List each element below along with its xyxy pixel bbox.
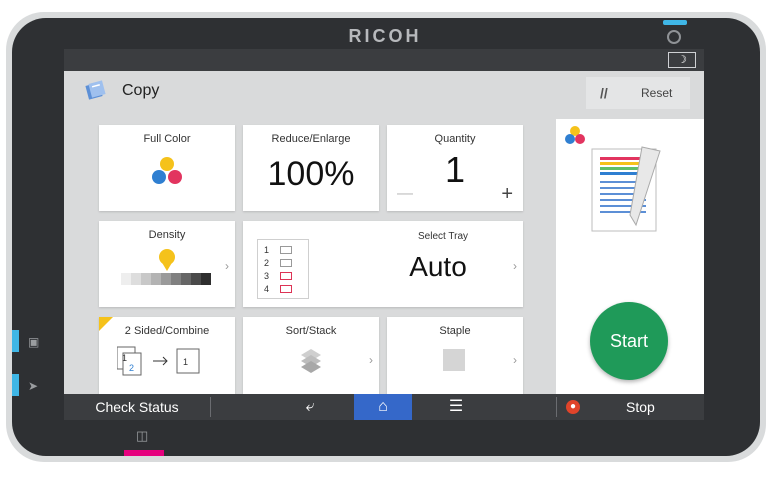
tray-value: Auto [409,251,467,282]
staple-tile[interactable]: Staple › [387,317,523,394]
density-scale-icon [121,249,211,285]
nav-separator [210,397,211,417]
status-bar: ☽ [64,49,704,71]
document-preview-icon [591,146,661,232]
check-status-button[interactable]: Check Status [64,394,210,420]
tray-2-label: 2 [264,258,270,268]
status-led [663,20,687,25]
start-button[interactable]: Start [590,302,668,380]
reset-icon: // [600,85,608,101]
quantity-tile: Quantity 1 — + [387,125,523,211]
stop-label: Stop [626,399,655,415]
quantity-plus-button[interactable]: + [501,183,513,206]
density-tile[interactable]: Density › [99,221,235,307]
left-led-bottom [12,374,19,396]
copy-app: Copy // Reset Full Color Reduce/Enlarge … [64,71,704,394]
tray-slot-3 [280,272,292,280]
two-sided-label: 2 Sided/Combine [124,325,210,337]
home-icon[interactable]: ⌂ [354,394,412,420]
paper-trays-icon: 1 2 3 4 [257,239,309,299]
reduce-enlarge-tile[interactable]: Reduce/Enlarge 100% [243,125,379,211]
reset-label: Reset [641,86,673,100]
bottom-nav: Check Status ⤶ ⌂ ☰ ● Stop [64,394,704,420]
density-label: Density [148,229,186,241]
svg-text:2: 2 [129,363,134,373]
chevron-right-icon: › [513,259,517,273]
side-panel: Start [556,119,704,394]
power-icon[interactable] [667,30,681,44]
sort-stack-label: Sort/Stack [285,325,337,337]
menu-icon[interactable]: ☰ [436,394,476,420]
staple-icon [443,349,465,371]
eject-icon[interactable]: ◫ [136,428,150,443]
chevron-right-icon: › [513,353,517,367]
reset-button[interactable]: // Reset [586,77,690,109]
moon-icon[interactable]: ☽ [668,52,696,68]
sort-stack-icon [301,349,321,373]
left-led-top [12,330,19,352]
stop-icon: ● [566,400,580,414]
back-icon[interactable]: ⤶ [290,394,330,420]
staple-label: Staple [439,325,471,337]
screen: ☽ Copy // Reset Full Color Reduce/Enlarg… [64,49,704,420]
select-tray-tile[interactable]: Select Tray Auto 1 2 3 4 › [243,221,523,307]
tray-slot-1 [280,246,292,254]
zoom-value: 100% [267,155,355,193]
app-header: Copy // Reset [64,71,704,113]
quantity-label: Quantity [434,133,476,145]
reduce-enlarge-label: Reduce/Enlarge [271,133,351,145]
svg-text:1: 1 [122,353,127,363]
data-in-led [124,450,164,456]
color-dots-icon [152,157,182,184]
login-icon[interactable]: ➤ [28,379,42,393]
tray-3-label: 3 [264,271,270,281]
tray-slot-2 [280,259,292,267]
color-mode-icon [565,126,585,144]
copy-app-icon [85,80,106,100]
full-color-label: Full Color [143,133,191,145]
chevron-right-icon: › [369,353,373,367]
two-sided-combine-tile[interactable]: 2 Sided/Combine 1 2 1 [99,317,235,394]
lock-icon[interactable]: ▣ [28,335,42,349]
duplex-icon: 1 2 1 [117,346,200,376]
full-color-tile[interactable]: Full Color [99,125,235,211]
brand-logo: RICOH [348,26,422,46]
page-title: Copy [122,82,160,99]
svg-text:1: 1 [183,357,188,367]
stop-button[interactable]: ● Stop [556,394,704,420]
tray-4-label: 4 [264,284,270,294]
tray-slot-4 [280,285,292,293]
tray-1-label: 1 [264,245,270,255]
quantity-minus-button[interactable]: — [397,185,413,203]
select-tray-label: Select Tray [417,231,469,242]
chevron-right-icon: › [225,259,229,273]
sort-stack-tile[interactable]: Sort/Stack › [243,317,379,394]
